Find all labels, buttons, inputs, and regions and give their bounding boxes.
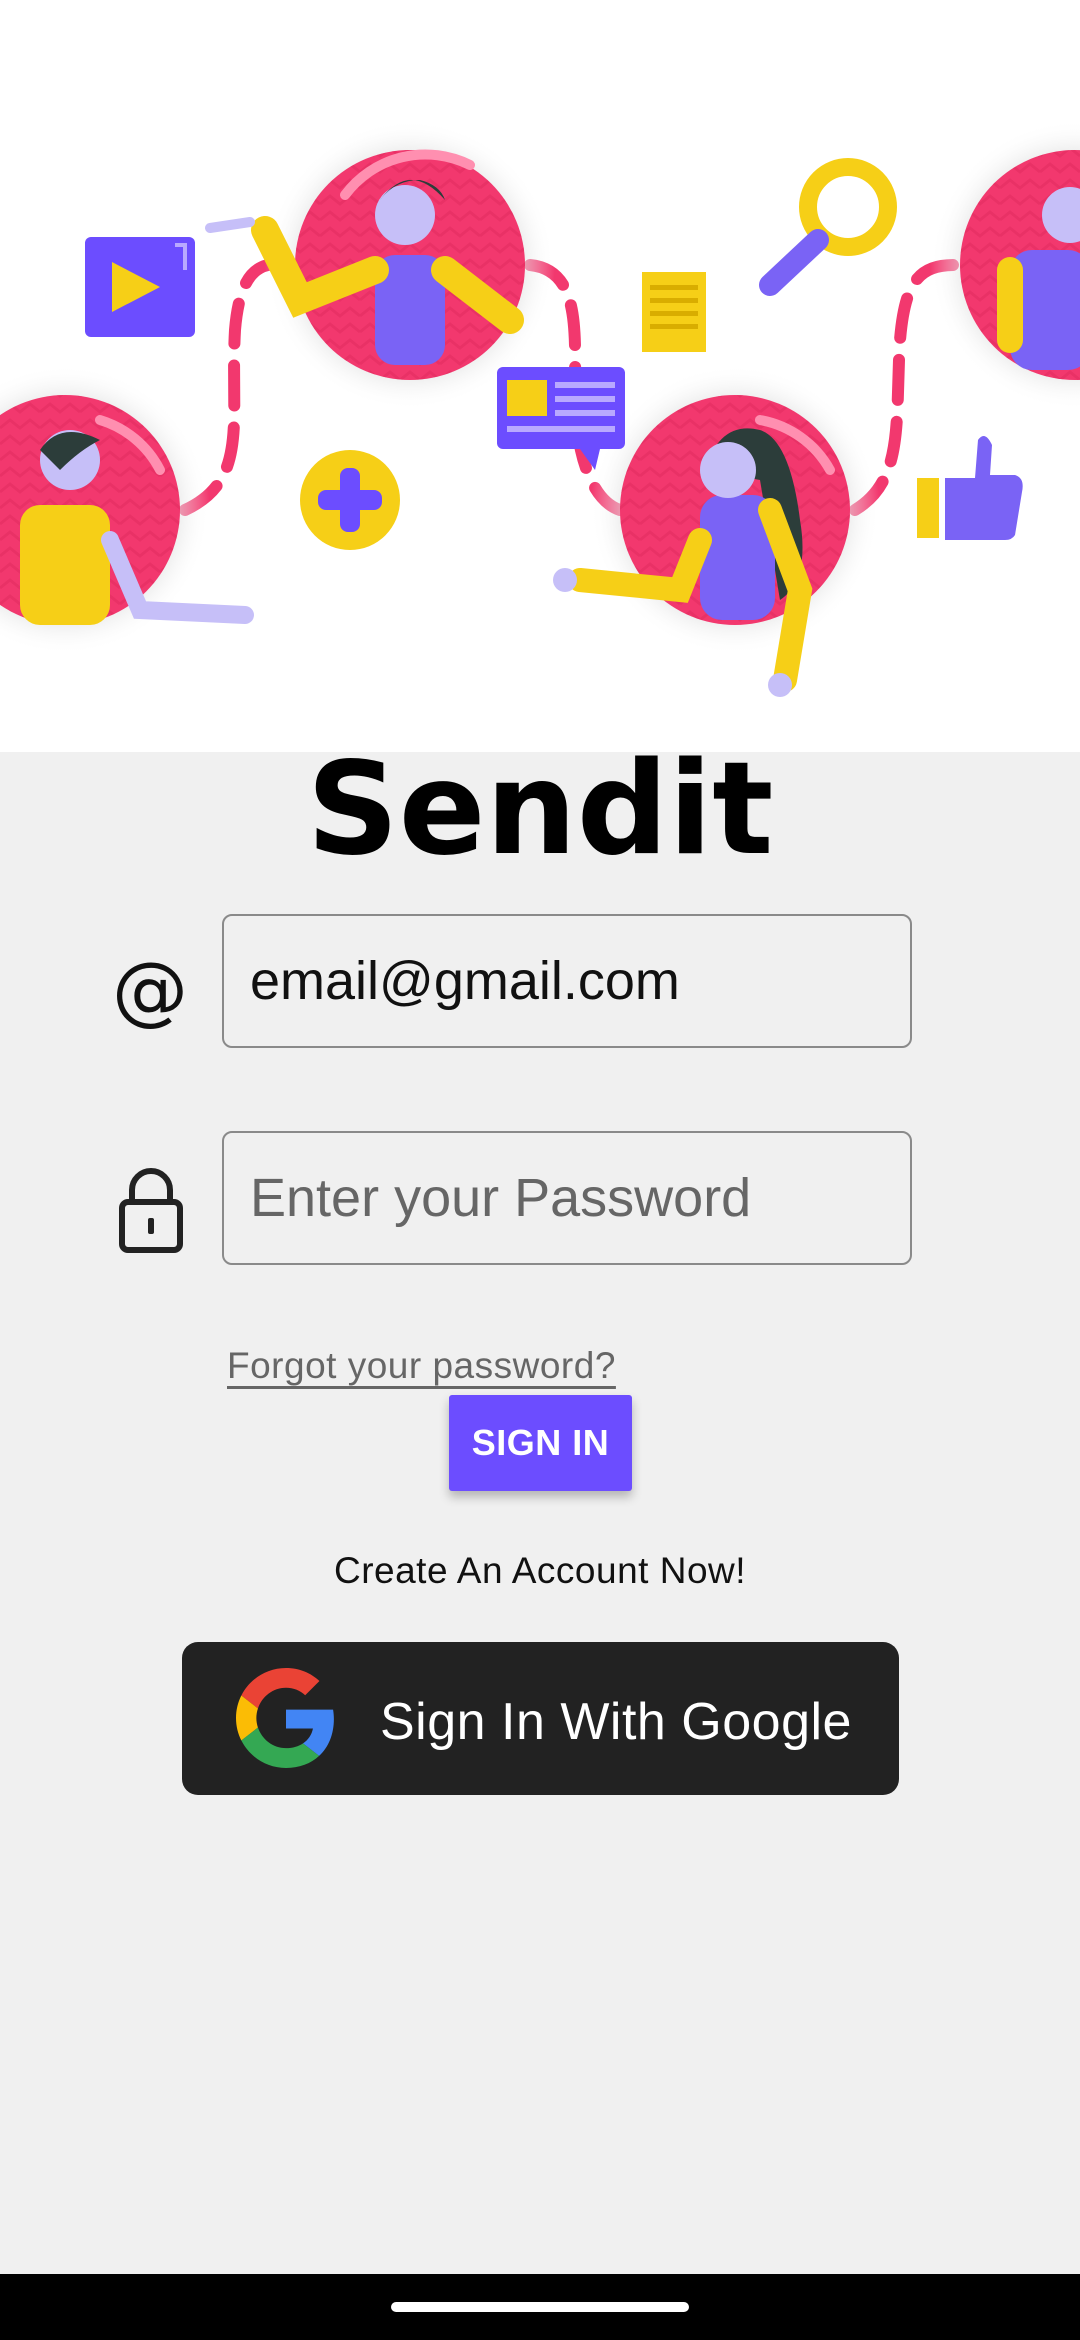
create-account-link[interactable]: Create An Account Now!: [0, 1550, 1080, 1592]
google-logo-icon: [236, 1668, 336, 1771]
app-title: Sendit: [306, 735, 774, 884]
google-sign-in-button[interactable]: Sign In With Google: [182, 1642, 899, 1795]
hero-illustration: [0, 0, 1080, 752]
home-gesture-handle[interactable]: [391, 2302, 689, 2312]
system-navigation-bar: [0, 2274, 1080, 2340]
lock-icon: [118, 1166, 184, 1259]
sign-in-button[interactable]: SIGN IN: [449, 1395, 632, 1491]
email-field[interactable]: [222, 914, 912, 1048]
thumbs-up-icon: [917, 436, 1023, 540]
at-icon: @: [112, 945, 188, 1034]
people-network-illustration: [0, 120, 1080, 697]
password-field[interactable]: [222, 1131, 912, 1265]
forgot-password-link[interactable]: Forgot your password?: [227, 1345, 616, 1387]
document-icon: [642, 272, 706, 352]
video-card-icon: [85, 237, 195, 337]
google-sign-in-label: Sign In With Google: [380, 1693, 852, 1751]
plus-circle-icon: [300, 450, 400, 550]
magnifier-icon: [759, 158, 897, 296]
